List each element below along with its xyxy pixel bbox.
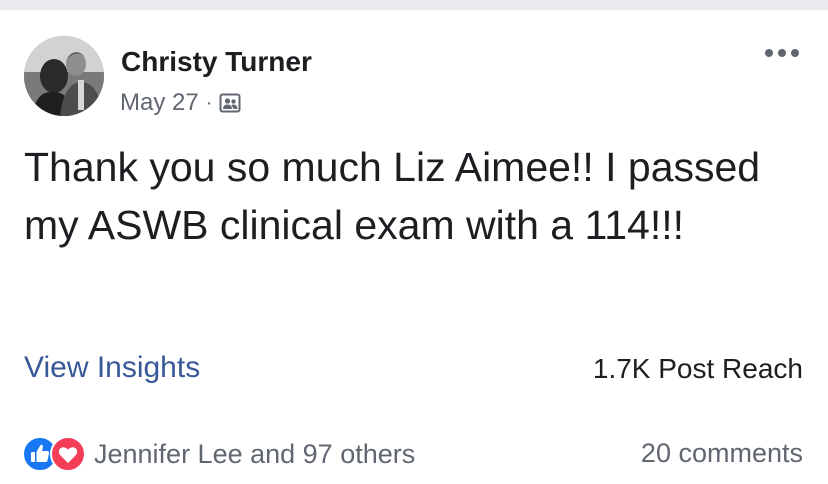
more-options-icon	[765, 49, 799, 57]
friends-list-icon[interactable]	[219, 92, 241, 114]
post-date[interactable]: May 27	[120, 89, 199, 117]
author-name[interactable]: Christy Turner	[121, 46, 312, 78]
author-avatar[interactable]	[24, 36, 104, 116]
view-insights-link[interactable]: View Insights	[24, 350, 200, 386]
reactions-summary[interactable]: Jennifer Lee and 97 others	[22, 436, 415, 472]
reaction-icons	[22, 436, 86, 472]
reaction-names: Jennifer Lee and 97 others	[94, 439, 416, 469]
post-meta: May 27 ·	[120, 88, 241, 118]
feed-post: Christy Turner May 27 · Thank you so muc…	[0, 10, 828, 484]
meta-separator: ·	[205, 91, 213, 114]
feed-divider	[0, 0, 828, 10]
comments-count[interactable]: 20 comments	[641, 437, 803, 469]
avatar-photo	[24, 36, 104, 116]
post-text: Thank you so much Liz Aimee!! I passed m…	[24, 144, 761, 248]
post-reach: 1.7K Post Reach	[592, 353, 803, 384]
love-icon	[50, 436, 86, 472]
more-options-button[interactable]	[758, 42, 806, 64]
